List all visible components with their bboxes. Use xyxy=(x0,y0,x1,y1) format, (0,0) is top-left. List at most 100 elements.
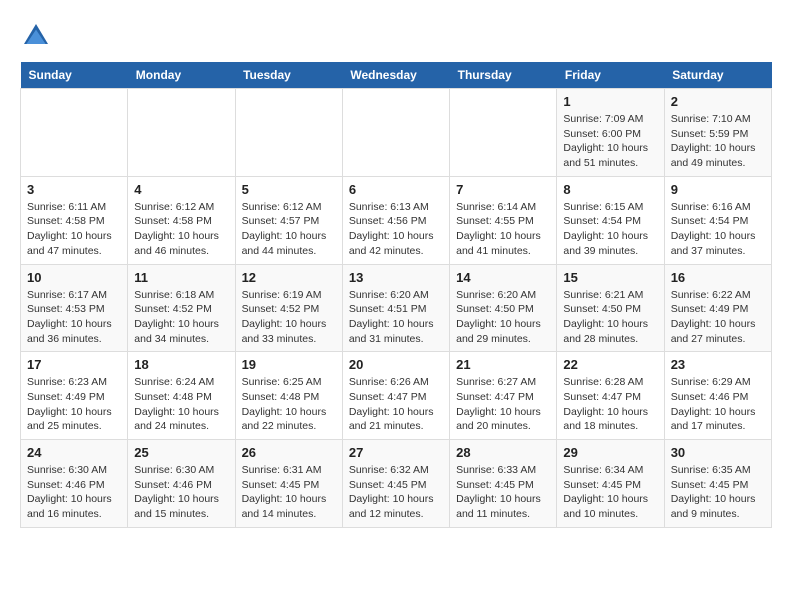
day-number: 16 xyxy=(671,270,765,285)
calendar-cell: 5 Sunrise: 6:12 AM Sunset: 4:57 PM Daylig… xyxy=(235,176,342,264)
header-friday: Friday xyxy=(557,62,664,89)
day-number: 19 xyxy=(242,357,336,372)
day-info: Sunrise: 6:18 AM Sunset: 4:52 PM Dayligh… xyxy=(134,288,228,347)
day-number: 5 xyxy=(242,182,336,197)
day-number: 9 xyxy=(671,182,765,197)
calendar-cell: 27 Sunrise: 6:32 AM Sunset: 4:45 PM Dayli… xyxy=(342,440,449,528)
calendar-cell: 9 Sunrise: 6:16 AM Sunset: 4:54 PM Daylig… xyxy=(664,176,771,264)
day-number: 3 xyxy=(27,182,121,197)
calendar-cell: 23Sunrise: 6:29 AM Sunset: 4:46 PM Dayli… xyxy=(664,352,771,440)
calendar-cell: 8 Sunrise: 6:15 AM Sunset: 4:54 PM Daylig… xyxy=(557,176,664,264)
day-info: Sunrise: 6:24 AM Sunset: 4:48 PM Dayligh… xyxy=(134,375,228,434)
calendar-cell: 1 Sunrise: 7:09 AM Sunset: 6:00 PM Daylig… xyxy=(557,89,664,177)
header-tuesday: Tuesday xyxy=(235,62,342,89)
calendar-header: SundayMondayTuesdayWednesdayThursdayFrid… xyxy=(21,62,772,89)
calendar-cell: 19 Sunrise: 6:25 AM Sunset: 4:48 PM Dayli… xyxy=(235,352,342,440)
day-info: Sunrise: 7:09 AM Sunset: 6:00 PM Dayligh… xyxy=(563,112,657,171)
calendar-week-2: 10 Sunrise: 6:17 AM Sunset: 4:53 PM Dayli… xyxy=(21,264,772,352)
calendar-cell xyxy=(128,89,235,177)
day-info: Sunrise: 6:29 AM Sunset: 4:46 PM Dayligh… xyxy=(671,375,765,434)
day-number: 15 xyxy=(563,270,657,285)
header-saturday: Saturday xyxy=(664,62,771,89)
calendar-cell: 6 Sunrise: 6:13 AM Sunset: 4:56 PM Daylig… xyxy=(342,176,449,264)
day-info: Sunrise: 6:20 AM Sunset: 4:50 PM Dayligh… xyxy=(456,288,550,347)
header-wednesday: Wednesday xyxy=(342,62,449,89)
day-number: 22 xyxy=(563,357,657,372)
day-number: 10 xyxy=(27,270,121,285)
header-monday: Monday xyxy=(128,62,235,89)
calendar-cell: 7 Sunrise: 6:14 AM Sunset: 4:55 PM Daylig… xyxy=(450,176,557,264)
day-info: Sunrise: 6:28 AM Sunset: 4:47 PM Dayligh… xyxy=(563,375,657,434)
calendar-cell: 2Sunrise: 7:10 AM Sunset: 5:59 PM Daylig… xyxy=(664,89,771,177)
page-header xyxy=(20,20,772,52)
day-info: Sunrise: 6:33 AM Sunset: 4:45 PM Dayligh… xyxy=(456,463,550,522)
calendar-cell: 11 Sunrise: 6:18 AM Sunset: 4:52 PM Dayli… xyxy=(128,264,235,352)
day-number: 30 xyxy=(671,445,765,460)
day-number: 24 xyxy=(27,445,121,460)
header-thursday: Thursday xyxy=(450,62,557,89)
day-info: Sunrise: 6:20 AM Sunset: 4:51 PM Dayligh… xyxy=(349,288,443,347)
calendar-cell: 16 Sunrise: 6:22 AM Sunset: 4:49 PM Dayli… xyxy=(664,264,771,352)
day-number: 17 xyxy=(27,357,121,372)
calendar-cell xyxy=(21,89,128,177)
header-sunday: Sunday xyxy=(21,62,128,89)
day-number: 2 xyxy=(671,94,765,109)
day-info: Sunrise: 6:27 AM Sunset: 4:47 PM Dayligh… xyxy=(456,375,550,434)
logo xyxy=(20,20,58,52)
calendar-cell: 18 Sunrise: 6:24 AM Sunset: 4:48 PM Dayli… xyxy=(128,352,235,440)
calendar-table: SundayMondayTuesdayWednesdayThursdayFrid… xyxy=(20,62,772,528)
day-info: Sunrise: 6:16 AM Sunset: 4:54 PM Dayligh… xyxy=(671,200,765,259)
day-info: Sunrise: 6:12 AM Sunset: 4:58 PM Dayligh… xyxy=(134,200,228,259)
day-info: Sunrise: 6:35 AM Sunset: 4:45 PM Dayligh… xyxy=(671,463,765,522)
calendar-cell xyxy=(450,89,557,177)
day-number: 28 xyxy=(456,445,550,460)
calendar-cell: 15Sunrise: 6:21 AM Sunset: 4:50 PM Dayli… xyxy=(557,264,664,352)
calendar-cell: 12 Sunrise: 6:19 AM Sunset: 4:52 PM Dayli… xyxy=(235,264,342,352)
day-info: Sunrise: 6:12 AM Sunset: 4:57 PM Dayligh… xyxy=(242,200,336,259)
calendar-body: 1 Sunrise: 7:09 AM Sunset: 6:00 PM Daylig… xyxy=(21,89,772,528)
calendar-week-4: 24 Sunrise: 6:30 AM Sunset: 4:46 PM Dayli… xyxy=(21,440,772,528)
day-info: Sunrise: 6:22 AM Sunset: 4:49 PM Dayligh… xyxy=(671,288,765,347)
day-info: Sunrise: 6:11 AM Sunset: 4:58 PM Dayligh… xyxy=(27,200,121,259)
calendar-cell: 10 Sunrise: 6:17 AM Sunset: 4:53 PM Dayli… xyxy=(21,264,128,352)
calendar-cell xyxy=(342,89,449,177)
day-number: 8 xyxy=(563,182,657,197)
calendar-cell: 29Sunrise: 6:34 AM Sunset: 4:45 PM Dayli… xyxy=(557,440,664,528)
day-info: Sunrise: 6:14 AM Sunset: 4:55 PM Dayligh… xyxy=(456,200,550,259)
calendar-cell: 30 Sunrise: 6:35 AM Sunset: 4:45 PM Dayli… xyxy=(664,440,771,528)
day-number: 27 xyxy=(349,445,443,460)
calendar-cell: 24Sunrise: 6:30 AM Sunset: 4:46 PM Dayli… xyxy=(21,440,128,528)
calendar-cell: 17 Sunrise: 6:23 AM Sunset: 4:49 PM Dayli… xyxy=(21,352,128,440)
day-number: 18 xyxy=(134,357,228,372)
day-info: Sunrise: 6:32 AM Sunset: 4:45 PM Dayligh… xyxy=(349,463,443,522)
day-number: 1 xyxy=(563,94,657,109)
day-number: 11 xyxy=(134,270,228,285)
day-info: Sunrise: 6:17 AM Sunset: 4:53 PM Dayligh… xyxy=(27,288,121,347)
day-number: 13 xyxy=(349,270,443,285)
day-info: Sunrise: 6:25 AM Sunset: 4:48 PM Dayligh… xyxy=(242,375,336,434)
day-info: Sunrise: 6:23 AM Sunset: 4:49 PM Dayligh… xyxy=(27,375,121,434)
day-number: 14 xyxy=(456,270,550,285)
calendar-cell: 3 Sunrise: 6:11 AM Sunset: 4:58 PM Daylig… xyxy=(21,176,128,264)
day-number: 6 xyxy=(349,182,443,197)
day-number: 7 xyxy=(456,182,550,197)
calendar-cell: 14 Sunrise: 6:20 AM Sunset: 4:50 PM Dayli… xyxy=(450,264,557,352)
calendar-cell: 25 Sunrise: 6:30 AM Sunset: 4:46 PM Dayli… xyxy=(128,440,235,528)
day-number: 4 xyxy=(134,182,228,197)
day-info: Sunrise: 6:19 AM Sunset: 4:52 PM Dayligh… xyxy=(242,288,336,347)
day-info: Sunrise: 6:34 AM Sunset: 4:45 PM Dayligh… xyxy=(563,463,657,522)
day-number: 26 xyxy=(242,445,336,460)
calendar-cell: 21 Sunrise: 6:27 AM Sunset: 4:47 PM Dayli… xyxy=(450,352,557,440)
day-number: 25 xyxy=(134,445,228,460)
calendar-week-1: 3 Sunrise: 6:11 AM Sunset: 4:58 PM Daylig… xyxy=(21,176,772,264)
header-row: SundayMondayTuesdayWednesdayThursdayFrid… xyxy=(21,62,772,89)
calendar-cell: 22 Sunrise: 6:28 AM Sunset: 4:47 PM Dayli… xyxy=(557,352,664,440)
day-info: Sunrise: 6:13 AM Sunset: 4:56 PM Dayligh… xyxy=(349,200,443,259)
calendar-week-3: 17 Sunrise: 6:23 AM Sunset: 4:49 PM Dayli… xyxy=(21,352,772,440)
day-info: Sunrise: 6:30 AM Sunset: 4:46 PM Dayligh… xyxy=(134,463,228,522)
day-info: Sunrise: 6:26 AM Sunset: 4:47 PM Dayligh… xyxy=(349,375,443,434)
calendar-cell xyxy=(235,89,342,177)
day-info: Sunrise: 6:15 AM Sunset: 4:54 PM Dayligh… xyxy=(563,200,657,259)
day-number: 21 xyxy=(456,357,550,372)
day-number: 12 xyxy=(242,270,336,285)
